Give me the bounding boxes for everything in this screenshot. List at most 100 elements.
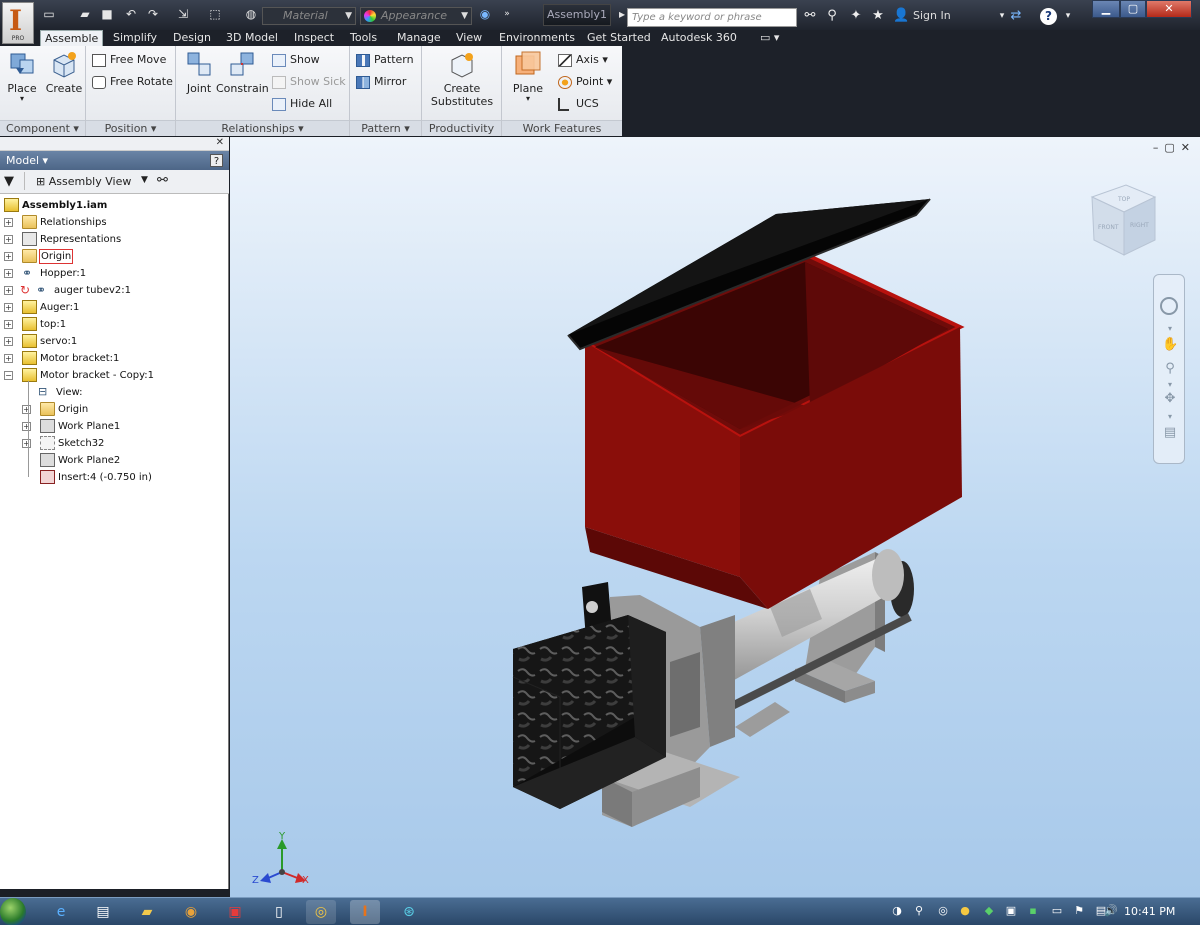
tab-autodesk-360[interactable]: Autodesk 360 <box>657 30 741 46</box>
sign-in-link[interactable]: Sign In <box>913 9 951 22</box>
minimize-window-button[interactable]: ▁ <box>1092 0 1120 18</box>
pattern-panel-title[interactable]: Pattern ▾ <box>350 120 421 136</box>
action-center-flag-icon[interactable]: ⚑ <box>1072 904 1086 918</box>
create-substitutes-button[interactable]: Create Substitutes <box>426 50 498 108</box>
free-move-button[interactable]: Free Move <box>92 51 166 69</box>
binoculars-icon[interactable]: ⚯ <box>802 8 818 24</box>
ucs-button[interactable]: UCS <box>558 95 599 113</box>
plane-button[interactable]: Plane ▾ <box>508 50 548 103</box>
material-combo[interactable]: Material ▼ <box>262 7 356 25</box>
firefox-icon[interactable]: ◉ <box>176 900 206 924</box>
orbit-icon[interactable]: ✥ <box>1162 391 1178 407</box>
tab-inspect[interactable]: Inspect <box>290 30 338 46</box>
inventor-app-button[interactable]: I PRO <box>2 2 34 44</box>
tab-tools[interactable]: Tools <box>346 30 381 46</box>
free-rotate-button[interactable]: Free Rotate <box>92 73 173 91</box>
expand-icon[interactable]: + <box>4 235 13 244</box>
expand-icon[interactable]: + <box>4 337 13 346</box>
system-clock[interactable]: 10:41 PM <box>1124 905 1175 918</box>
steering-wheel-icon[interactable] <box>1160 297 1178 315</box>
appearance-combo[interactable]: Appearance ▼ <box>360 7 472 25</box>
network-app-icon[interactable]: ⊛ <box>394 900 424 924</box>
inventor-taskbar-icon[interactable]: I <box>350 900 380 924</box>
chevron-down-icon[interactable]: ▾ <box>1060 8 1076 24</box>
joint-button[interactable]: Joint <box>182 50 216 95</box>
expand-icon[interactable]: + <box>22 439 31 448</box>
maximize-window-button[interactable]: ▢ <box>1120 0 1146 18</box>
undo-icon[interactable]: ↶ <box>124 8 138 21</box>
tab-simplify[interactable]: Simplify <box>109 30 161 46</box>
view-mode-selector[interactable]: ⊞ Assembly View <box>36 175 131 188</box>
subscription-icon[interactable]: ⚲ <box>824 8 840 24</box>
expand-icon[interactable]: + <box>4 354 13 363</box>
place-button[interactable]: Place ▾ <box>4 50 40 103</box>
binoculars-search-icon[interactable]: ⚯ <box>157 173 168 188</box>
position-panel-title[interactable]: Position ▾ <box>86 120 175 136</box>
internet-explorer-icon[interactable]: e <box>46 900 76 924</box>
relationships-panel-title[interactable]: Relationships ▾ <box>176 120 349 136</box>
clear-appearance-icon[interactable]: ◉ <box>478 8 492 21</box>
show-sick-button[interactable]: Show Sick <box>272 73 346 91</box>
tray-device-icon[interactable]: ▣ <box>1004 904 1018 918</box>
exchange-apps-icon[interactable]: ⇄ <box>1008 8 1024 24</box>
expand-icon[interactable]: + <box>4 218 13 227</box>
tray-search-icon[interactable]: ⚲ <box>912 904 926 918</box>
constrain-button[interactable]: Constrain <box>216 50 269 95</box>
tray-cloud-icon[interactable]: ● <box>958 904 972 918</box>
show-button[interactable]: Show <box>272 51 320 69</box>
look-at-icon[interactable]: ▤ <box>1162 425 1178 441</box>
save-icon[interactable]: ■ <box>100 8 114 21</box>
browser-grip[interactable]: ✕ <box>0 137 229 151</box>
close-window-button[interactable]: ✕ <box>1146 0 1192 18</box>
chevron-down-icon[interactable]: ▼ <box>141 175 148 185</box>
expand-icon[interactable]: + <box>4 269 13 278</box>
component-panel-title[interactable]: Component ▾ <box>0 120 85 136</box>
viewcube[interactable]: TOP FRONT RIGHT <box>1090 184 1157 256</box>
help-button[interactable]: ? <box>1040 8 1057 25</box>
tab-assemble[interactable]: Assemble <box>40 30 104 47</box>
chevron-down-icon[interactable]: ▾ <box>1162 409 1178 425</box>
expand-icon[interactable]: + <box>4 286 13 295</box>
start-button[interactable] <box>0 898 26 925</box>
close-icon[interactable]: ✕ <box>216 137 224 148</box>
expand-icon[interactable]: + <box>22 405 31 414</box>
tab-3d-model[interactable]: 3D Model <box>222 30 282 46</box>
hide-all-button[interactable]: Hide All <box>272 95 332 113</box>
tray-nvidia-icon[interactable]: ▪ <box>1026 904 1040 918</box>
3d-viewport[interactable]: –▢✕ Y X Z TOP FRONT RIGHT ▾ ✋ ⚲ ▾ ✥ ▾ ▤ <box>230 137 1200 897</box>
tab-get-started[interactable]: Get Started <box>583 30 655 46</box>
tab-design[interactable]: Design <box>169 30 215 46</box>
collapse-icon[interactable]: − <box>4 371 13 380</box>
mirror-button[interactable]: Mirror <box>356 73 406 91</box>
tab-view[interactable]: View <box>452 30 486 46</box>
acrobat-icon[interactable]: ▣ <box>220 900 250 924</box>
open-folder-icon[interactable]: ▰ <box>78 8 92 21</box>
favorites-star-icon[interactable]: ★ <box>870 8 886 24</box>
volume-icon[interactable]: 🔊 <box>1104 904 1118 918</box>
expand-icon[interactable]: + <box>4 252 13 261</box>
point-button[interactable]: Point ▾ <box>558 73 612 91</box>
redo-icon[interactable]: ↷ <box>146 8 160 21</box>
pan-hand-icon[interactable]: ✋ <box>1162 337 1178 353</box>
filter-icon[interactable]: ▼ <box>4 174 14 189</box>
communication-icon[interactable]: ✦ <box>848 8 864 24</box>
file-explorer-icon[interactable]: ▤ <box>88 900 118 924</box>
tab-environments[interactable]: Environments <box>495 30 579 46</box>
keyword-search-input[interactable]: Type a keyword or phrase <box>627 8 797 27</box>
tray-display-icon[interactable]: ▭ <box>1050 904 1064 918</box>
tab-manage[interactable]: Manage <box>393 30 445 46</box>
expand-icon[interactable]: + <box>22 422 31 431</box>
tray-security-icon[interactable]: ◆ <box>982 904 996 918</box>
more-icon[interactable]: » <box>500 8 514 21</box>
document-app-icon[interactable]: ▯ <box>264 900 294 924</box>
browser-help-icon[interactable]: ? <box>210 154 223 167</box>
pattern-button[interactable]: Pattern <box>356 51 414 69</box>
return-icon[interactable]: ⇲ <box>176 8 190 21</box>
axis-button[interactable]: Axis ▾ <box>558 51 608 69</box>
browser-header[interactable]: Model ▾ ? <box>0 151 229 170</box>
folder-app-icon[interactable]: ▰ <box>132 900 162 924</box>
select-icon[interactable]: ⬚ <box>208 8 222 21</box>
tray-app-icon[interactable]: ◑ <box>890 904 904 918</box>
expand-icon[interactable]: + <box>4 320 13 329</box>
ribbon-options-icon[interactable]: ▭ ▾ <box>756 30 783 46</box>
